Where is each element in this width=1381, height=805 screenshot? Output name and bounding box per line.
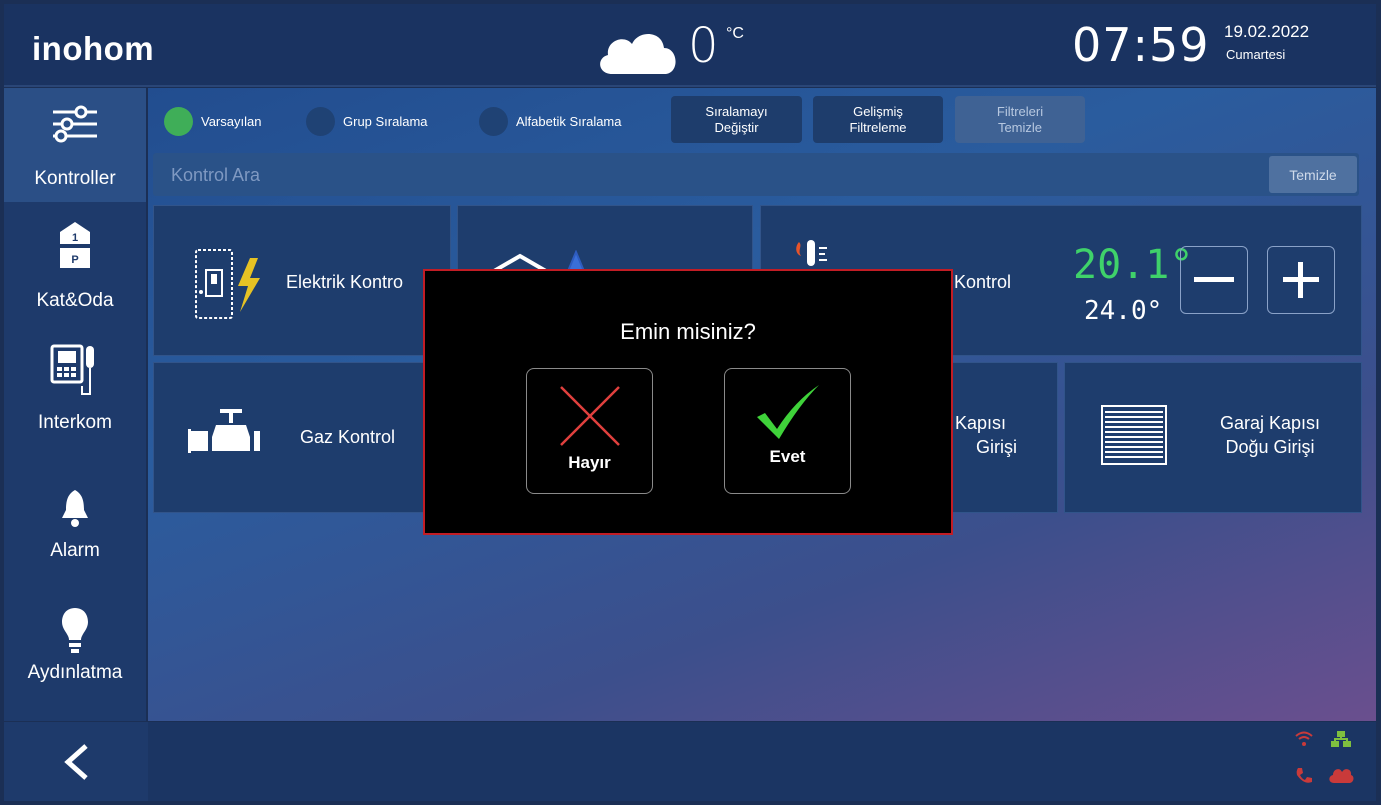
- wifi-icon: [1294, 730, 1314, 753]
- sort-option-group[interactable]: Grup Sıralama: [306, 106, 428, 136]
- phone-icon: [1294, 766, 1314, 791]
- sidebar-item-label: Alarm: [50, 540, 100, 561]
- button-label-line1: Gelişmiş: [853, 103, 903, 119]
- tile-label-line1: Garaj Kapısı: [1219, 413, 1321, 433]
- no-button-label: Hayır: [568, 453, 611, 472]
- tile-label-line1: j Kapısı: [946, 413, 1007, 433]
- button-label-line2: Değiştir: [714, 119, 759, 135]
- svg-text:1: 1: [72, 232, 78, 244]
- floor-room-icon: 1 P: [4, 220, 146, 270]
- sidebar-item-kat-oda[interactable]: 1 P Kat&Oda: [4, 210, 146, 324]
- network-icon: [1330, 730, 1352, 753]
- app-logo: inohom: [32, 30, 155, 67]
- button-label-line1: Sıralamayı: [705, 103, 768, 119]
- sidebar-item-aydinlatma[interactable]: Aydınlatma: [4, 582, 146, 696]
- tile-label: j Kapısı Girişi: [946, 411, 1017, 459]
- temperature-value: 0: [688, 18, 719, 74]
- clock-day: Cumartesi: [1226, 47, 1286, 62]
- sidebar: Kontroller 1 P Kat&Oda Interkom Alarm Ay…: [4, 88, 146, 721]
- sidebar-item-alarm[interactable]: Alarm: [4, 460, 146, 574]
- sidebar-item-kontroller[interactable]: Kontroller: [4, 88, 146, 202]
- clear-filters-button[interactable]: Filtreleri Temizle: [955, 96, 1085, 143]
- sidebar-item-label: Kat&Oda: [36, 290, 114, 311]
- tile-garage-door-east[interactable]: Garaj Kapısı Doğu Girişi: [1064, 362, 1362, 513]
- back-button[interactable]: [4, 722, 148, 801]
- search-clear-button[interactable]: Temizle: [1269, 156, 1357, 193]
- cloud-icon: [594, 26, 680, 81]
- confirm-dialog: Emin misiniz? Hayır Evet: [423, 269, 953, 535]
- sidebar-item-interkom[interactable]: Interkom: [4, 332, 146, 446]
- minus-icon: [1194, 277, 1234, 282]
- sort-option-label: Alfabetik Sıralama: [516, 113, 622, 129]
- tile-label: Elektrik Kontro: [286, 272, 404, 292]
- button-label-line2: Temizle: [997, 119, 1043, 135]
- shutter-icon: [1101, 405, 1167, 470]
- button-label-line1: Filtreleri: [996, 103, 1044, 119]
- set-temperature: 24.0°: [1084, 296, 1163, 326]
- temperature-unit: °C: [726, 25, 744, 42]
- radio-unselected-icon: [479, 106, 508, 136]
- no-button[interactable]: Hayır: [526, 368, 653, 494]
- button-label-line2: Filtreleme: [849, 119, 907, 135]
- app-frame: inohom 0 °C 07:59 19.02.2022 Cumartesi K…: [0, 0, 1381, 805]
- change-sort-button[interactable]: Sıralamayı Değiştir: [671, 96, 802, 143]
- lightbulb-icon: [4, 606, 146, 656]
- cloud-status-icon: [1328, 766, 1354, 789]
- bottom-bar: [4, 722, 1376, 801]
- bell-icon: [4, 488, 146, 528]
- sliders-icon: [4, 102, 146, 146]
- decrease-temp-button[interactable]: [1180, 246, 1248, 314]
- radio-unselected-icon: [306, 106, 335, 136]
- sidebar-item-label: Kontroller: [34, 168, 116, 189]
- clock-time: 07:59: [1072, 18, 1210, 72]
- current-temperature: 20.1°: [1073, 242, 1194, 288]
- gas-valve-icon: [186, 407, 262, 468]
- search-input[interactable]: [153, 153, 1273, 198]
- tile-label: Gaz Kontrol: [300, 427, 396, 447]
- electric-panel-icon: [192, 248, 268, 325]
- checkmark-icon: [757, 385, 819, 439]
- tile-electric-control[interactable]: Elektrik Kontro: [153, 205, 451, 356]
- increase-temp-button[interactable]: [1267, 246, 1335, 314]
- radio-selected-icon: [164, 106, 193, 136]
- intercom-icon: [4, 342, 146, 402]
- sidebar-item-label: Interkom: [38, 412, 112, 433]
- chevron-left-icon: [64, 743, 88, 780]
- top-bar: inohom 0 °C 07:59 19.02.2022 Cumartesi: [4, 4, 1376, 87]
- tile-label-line2: Girişi: [976, 437, 1017, 457]
- dialog-title: Emin misiniz?: [620, 319, 756, 344]
- sort-option-label: Grup Sıralama: [343, 113, 428, 129]
- sort-option-label: Varsayılan: [201, 113, 262, 129]
- yes-button[interactable]: Evet: [724, 368, 851, 494]
- close-icon: [560, 386, 620, 446]
- tile-label-line2: Doğu Girişi: [1225, 437, 1315, 457]
- advanced-filter-button[interactable]: Gelişmiş Filtreleme: [813, 96, 943, 143]
- tile-gas-control[interactable]: Gaz Kontrol: [153, 362, 451, 513]
- tile-label: Garaj Kapısı Doğu Girişi: [1195, 411, 1345, 459]
- clock-date: 19.02.2022: [1224, 22, 1310, 41]
- sort-option-default[interactable]: Varsayılan: [164, 106, 261, 136]
- sidebar-item-label: Aydınlatma: [27, 662, 123, 683]
- yes-button-label: Evet: [769, 447, 806, 466]
- search-bar: Temizle: [153, 153, 1359, 198]
- sort-option-alphabetic[interactable]: Alfabetik Sıralama: [479, 106, 622, 136]
- svg-text:P: P: [71, 254, 78, 266]
